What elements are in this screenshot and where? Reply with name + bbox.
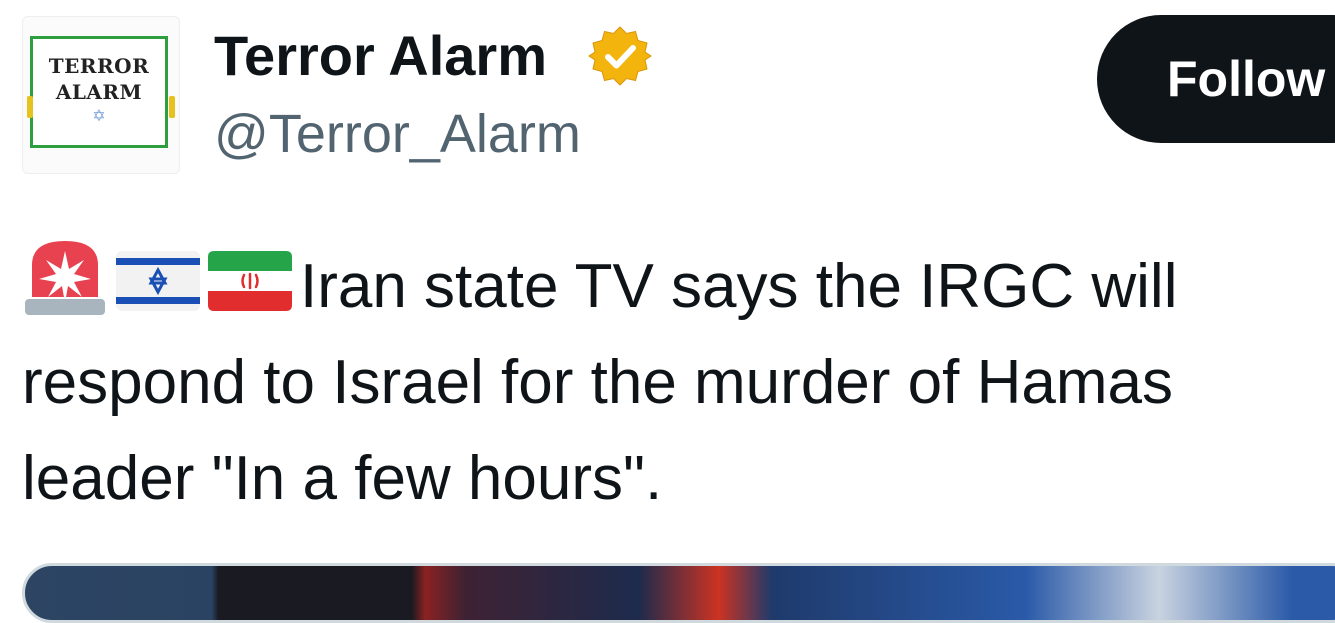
avatar-logo-line1: TERROR — [48, 54, 150, 78]
pin-icon — [27, 96, 33, 118]
tweet-text: Iran state TV says the IRGC will respond… — [22, 235, 1322, 527]
avatar-logo-frame: TERROR ALARM ✡ — [30, 36, 168, 148]
star-of-david-icon: ✡ — [92, 108, 106, 125]
follow-button[interactable]: Follow — [1097, 15, 1335, 143]
police-siren-icon — [25, 241, 105, 315]
avatar-logo-line2: ALARM — [55, 80, 143, 104]
author-avatar[interactable]: TERROR ALARM ✡ — [22, 16, 180, 174]
pin-icon — [169, 96, 175, 118]
avatar-logo-text: TERROR ALARM — [33, 53, 165, 105]
israel-flag-icon — [116, 251, 200, 311]
iran-flag-icon — [208, 251, 292, 311]
verified-badge-icon[interactable] — [588, 24, 652, 88]
media-thumbnail[interactable] — [22, 563, 1335, 623]
author-handle[interactable]: @Terror_Alarm — [214, 100, 581, 168]
author-display-name[interactable]: Terror Alarm — [214, 22, 547, 90]
